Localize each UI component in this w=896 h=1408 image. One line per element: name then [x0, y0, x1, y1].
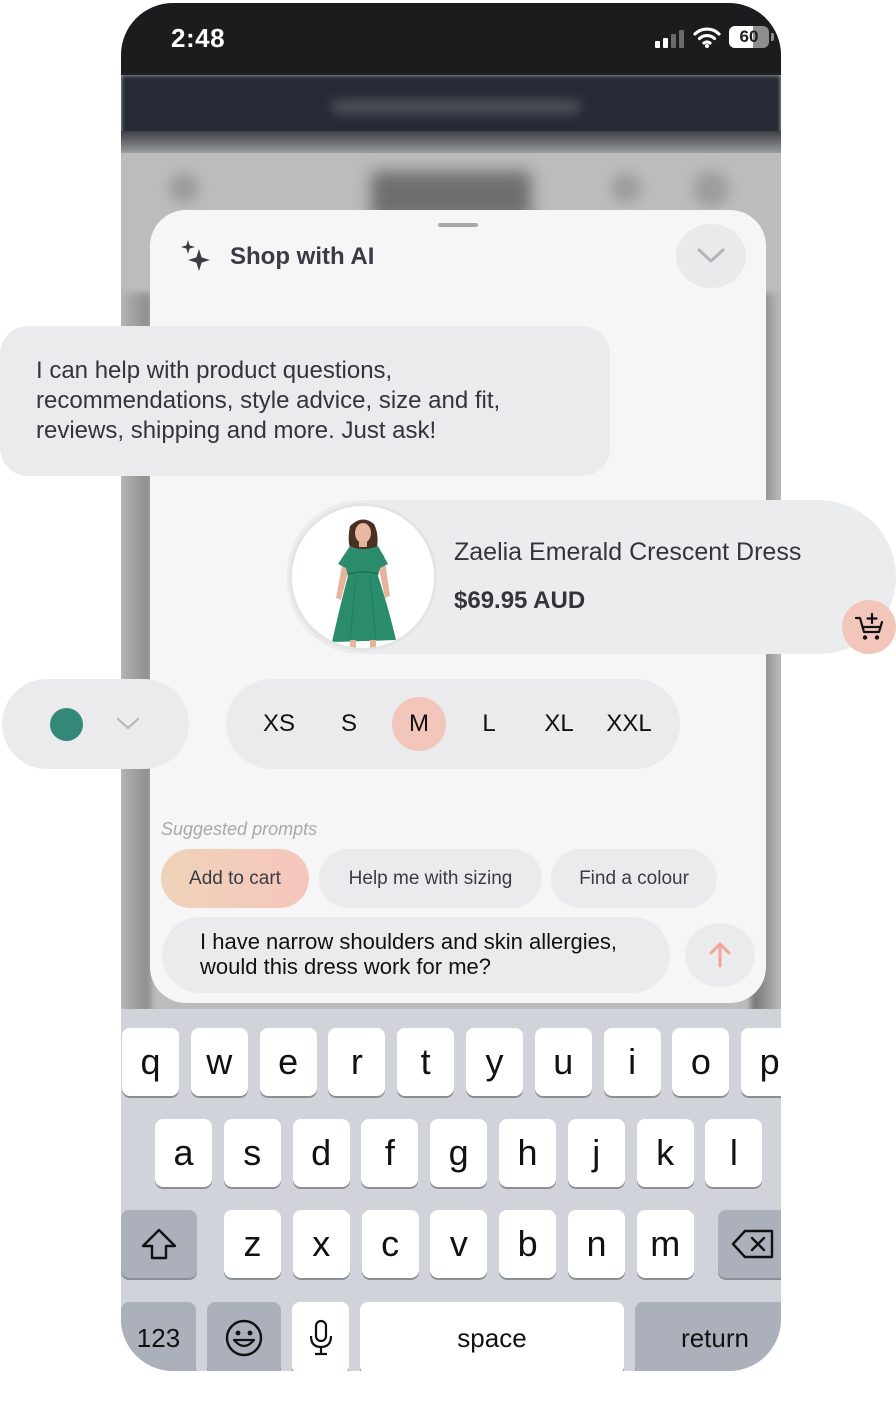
shift-icon: [141, 1228, 177, 1260]
microphone-icon: [309, 1319, 332, 1356]
key-t[interactable]: t: [397, 1028, 455, 1096]
key-u[interactable]: u: [534, 1028, 592, 1096]
key-x[interactable]: x: [292, 1210, 350, 1278]
message-input[interactable]: I have narrow shoulders and skin allergi…: [162, 917, 670, 993]
add-to-cart-button[interactable]: [842, 600, 896, 654]
key-z[interactable]: z: [224, 1210, 281, 1278]
chevron-down-icon: [117, 718, 139, 729]
key-w[interactable]: w: [190, 1028, 248, 1096]
size-option-s[interactable]: S: [322, 697, 376, 751]
chevron-down-icon: [697, 248, 725, 263]
prompt-chip-colour[interactable]: Find a colour: [551, 849, 717, 908]
key-r[interactable]: r: [328, 1028, 386, 1096]
key-i[interactable]: i: [603, 1028, 661, 1096]
color-selector[interactable]: [2, 679, 189, 769]
product-image[interactable]: [289, 503, 437, 651]
space-key[interactable]: space: [360, 1302, 624, 1371]
menu-icon: [169, 173, 199, 203]
blurred-banner-text: [331, 99, 581, 115]
sheet-title: Shop with AI: [230, 243, 375, 270]
backspace-key[interactable]: [718, 1210, 781, 1278]
key-m[interactable]: m: [636, 1210, 694, 1278]
bag-icon: [693, 171, 729, 207]
key-l[interactable]: l: [705, 1119, 763, 1187]
status-bar: 2:48 60: [121, 3, 781, 75]
key-q[interactable]: q: [122, 1028, 179, 1096]
arrow-up-icon: [709, 942, 731, 968]
shift-key[interactable]: [121, 1210, 197, 1278]
collapse-sheet-button[interactable]: [676, 224, 746, 288]
key-k[interactable]: k: [636, 1119, 694, 1187]
battery-icon: 60: [729, 26, 769, 48]
emoji-key[interactable]: [207, 1302, 281, 1371]
key-a[interactable]: a: [155, 1119, 212, 1187]
backspace-icon: [731, 1229, 774, 1259]
assistant-message: I can help with product questions, recom…: [0, 326, 610, 476]
suggested-prompts-label: Suggested prompts: [161, 819, 318, 839]
key-y[interactable]: y: [466, 1028, 523, 1096]
dress-photo: [332, 519, 396, 648]
size-option-l[interactable]: L: [462, 697, 516, 751]
return-key[interactable]: return: [635, 1302, 781, 1371]
status-time: 2:48: [171, 23, 226, 53]
battery-level: 60: [739, 27, 759, 46]
emoji-icon: [225, 1319, 263, 1357]
key-n[interactable]: n: [568, 1210, 625, 1278]
battery-tip: [771, 33, 774, 41]
product-name[interactable]: Zaelia Emerald Crescent Dress: [454, 538, 801, 567]
key-d[interactable]: d: [292, 1119, 350, 1187]
key-f[interactable]: f: [361, 1119, 419, 1187]
key-c[interactable]: c: [361, 1210, 419, 1278]
key-g[interactable]: g: [430, 1119, 488, 1187]
sheet-drag-handle[interactable]: [438, 223, 478, 227]
keyboard: qwertyuiop asdfghjkl zxcvbnm 123 space r…: [121, 1009, 781, 1371]
product-card[interactable]: Zaelia Emerald Crescent Dress $69.95 AUD: [287, 500, 896, 654]
numbers-key[interactable]: 123: [121, 1302, 196, 1371]
wifi-icon: [693, 27, 721, 48]
cellular-signal-icon: [655, 30, 684, 48]
size-option-xs[interactable]: XS: [252, 697, 306, 751]
dictation-key[interactable]: [292, 1302, 349, 1371]
size-option-xxl[interactable]: XXL: [602, 697, 656, 751]
cart-plus-icon: [854, 612, 884, 640]
product-price: $69.95 AUD: [454, 587, 586, 614]
search-icon: [611, 173, 641, 203]
key-p[interactable]: p: [741, 1028, 781, 1096]
key-j[interactable]: j: [567, 1119, 625, 1187]
prompt-chip-sizing[interactable]: Help me with sizing: [319, 849, 542, 908]
prompt-chip-add-to-cart[interactable]: Add to cart: [161, 849, 309, 908]
size-selector: XS S M L XL XXL: [226, 679, 680, 769]
key-h[interactable]: h: [499, 1119, 556, 1187]
send-button[interactable]: [685, 923, 755, 987]
sparkle-icon: [181, 240, 210, 271]
key-e[interactable]: e: [259, 1028, 317, 1096]
key-o[interactable]: o: [672, 1028, 730, 1096]
size-option-m[interactable]: M: [392, 697, 446, 751]
key-v[interactable]: v: [430, 1210, 488, 1278]
key-s[interactable]: s: [223, 1119, 281, 1187]
color-swatch[interactable]: [50, 708, 83, 741]
size-option-xl[interactable]: XL: [532, 697, 586, 751]
key-b[interactable]: b: [499, 1210, 557, 1278]
